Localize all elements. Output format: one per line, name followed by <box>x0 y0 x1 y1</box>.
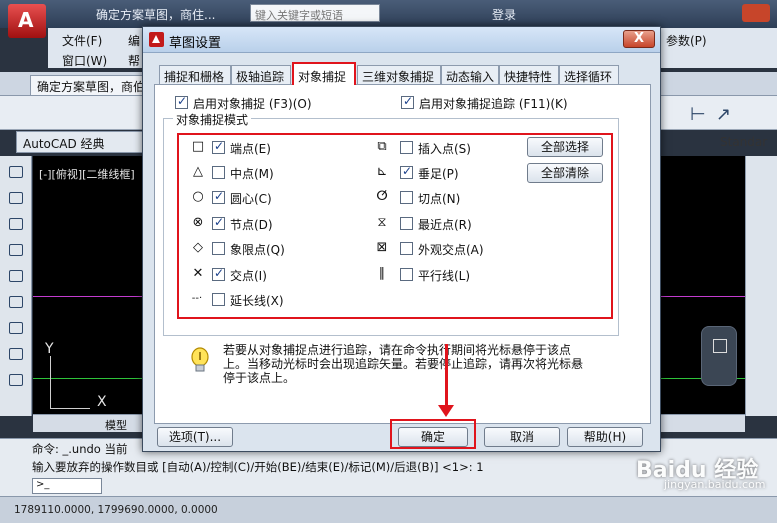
ucs-x-axis <box>50 408 90 409</box>
menu-help[interactable]: 帮 <box>128 52 140 69</box>
osnap-modes-title: 对象捕捉模式 <box>173 111 252 128</box>
dialog-titlebar[interactable]: 草图设置 X <box>143 27 660 53</box>
hatch-icon[interactable] <box>9 374 23 386</box>
tab-3d-object-snap[interactable]: 三维对象捕捉 <box>357 65 441 84</box>
viewcube[interactable] <box>701 326 737 386</box>
highlight-ok-box <box>390 419 476 449</box>
coordinates-readout: 1789110.0000, 1799690.0000, 0.0000 <box>14 504 218 516</box>
help-button[interactable]: 帮助(H) <box>567 427 643 447</box>
menu-window[interactable]: 窗口(W) <box>62 52 107 69</box>
menu-params[interactable]: 参数(P) <box>666 32 707 49</box>
command-history-line: 命令: _.undo 当前 <box>32 442 128 456</box>
tab-quick-properties[interactable]: 快捷特性 <box>499 65 559 84</box>
leader-icon[interactable]: ↗ <box>716 104 731 125</box>
arrow-down-icon <box>438 405 454 417</box>
tab-object-snap[interactable]: 对象捕捉 <box>292 62 356 85</box>
dimension-icon[interactable]: ⊢ <box>690 104 706 125</box>
close-button[interactable]: X <box>623 30 655 48</box>
enable-tracking-label: 启用对象捕捉追踪 (F11)(K) <box>419 97 568 111</box>
view-label[interactable]: [-][俯视][二维线框] <box>39 166 135 182</box>
tab-dynamic-input[interactable]: 动态输入 <box>441 65 499 84</box>
autocad-logo[interactable]: A <box>8 4 46 38</box>
file-title: 确定方案草图，商住... <box>96 8 216 22</box>
search-input[interactable]: 键入关键字或短语 <box>250 4 380 22</box>
viewcube-icon <box>713 339 727 353</box>
command-history-line: 输入要放弃的操作数目或 [自动(A)/控制(C)/开始(BE)/结束(E)/标记… <box>32 460 484 474</box>
object-snap-panel: 启用对象捕捉 (F3)(O) 启用对象捕捉追踪 (F11)(K) 对象捕捉模式 … <box>154 84 651 424</box>
ucs-y-axis <box>50 356 51 408</box>
tab-model[interactable]: 模型 <box>105 417 127 433</box>
arc-icon[interactable] <box>9 270 23 282</box>
spline-icon[interactable] <box>9 322 23 334</box>
highlight-modes-box <box>177 133 613 319</box>
watermark-url: jingyan.baidu.com <box>664 478 766 491</box>
ucs-y-label: Y <box>45 341 54 357</box>
tab-selection-cycling[interactable]: 选择循环 <box>559 65 619 84</box>
enable-osnap-checkbox[interactable] <box>175 94 188 109</box>
close-icon[interactable] <box>742 4 770 22</box>
command-input[interactable]: >_ <box>32 478 102 494</box>
line-icon[interactable] <box>9 166 23 178</box>
polygon-icon[interactable] <box>9 218 23 230</box>
tab-snap-grid[interactable]: 捕捉和栅格 <box>159 65 231 84</box>
annotation-arrow <box>445 344 448 409</box>
autocad-icon <box>149 32 164 47</box>
search-placeholder: 键入关键字或短语 <box>255 9 343 22</box>
circle-icon[interactable] <box>9 296 23 308</box>
ucs-x-label: X <box>97 394 107 410</box>
modify-toolbar <box>745 156 777 416</box>
login-label[interactable]: 登录 <box>492 6 516 23</box>
menu-file[interactable]: 文件(F) <box>62 32 102 49</box>
dialog-title: 草图设置 <box>169 36 222 51</box>
cancel-button[interactable]: 取消 <box>484 427 560 447</box>
drafting-settings-dialog: 草图设置 X 捕捉和栅格 极轴追踪 对象捕捉 三维对象捕捉 动态输入 快捷特性 … <box>142 26 661 452</box>
text-style-select[interactable]: Standar <box>720 135 767 149</box>
options-button[interactable]: 选项(T)... <box>157 427 233 447</box>
menu-edit[interactable]: 编 <box>128 32 140 49</box>
info-text: 若要从对象捕捉点进行追踪，请在命令执行期间将光标悬停于该点上。当移动光标时会出现… <box>223 343 584 385</box>
status-bar: 1789110.0000, 1799690.0000, 0.0000 <box>0 496 777 523</box>
document-tab[interactable]: 确定方案草图，商伯 <box>30 75 153 95</box>
enable-osnap-label: 启用对象捕捉 (F3)(O) <box>193 97 312 111</box>
ellipse-icon[interactable] <box>9 348 23 360</box>
enable-tracking-checkbox[interactable] <box>401 94 414 109</box>
autocad-titlebar: 确定方案草图，商住... 键入关键字或短语 登录 <box>0 0 777 28</box>
lightbulb-icon <box>191 347 209 372</box>
draw-toolbar <box>0 156 32 416</box>
workspace-select[interactable]: AutoCAD 经典 <box>16 131 146 153</box>
polyline-icon[interactable] <box>9 192 23 204</box>
rectangle-icon[interactable] <box>9 244 23 256</box>
tab-polar-tracking[interactable]: 极轴追踪 <box>231 65 291 84</box>
